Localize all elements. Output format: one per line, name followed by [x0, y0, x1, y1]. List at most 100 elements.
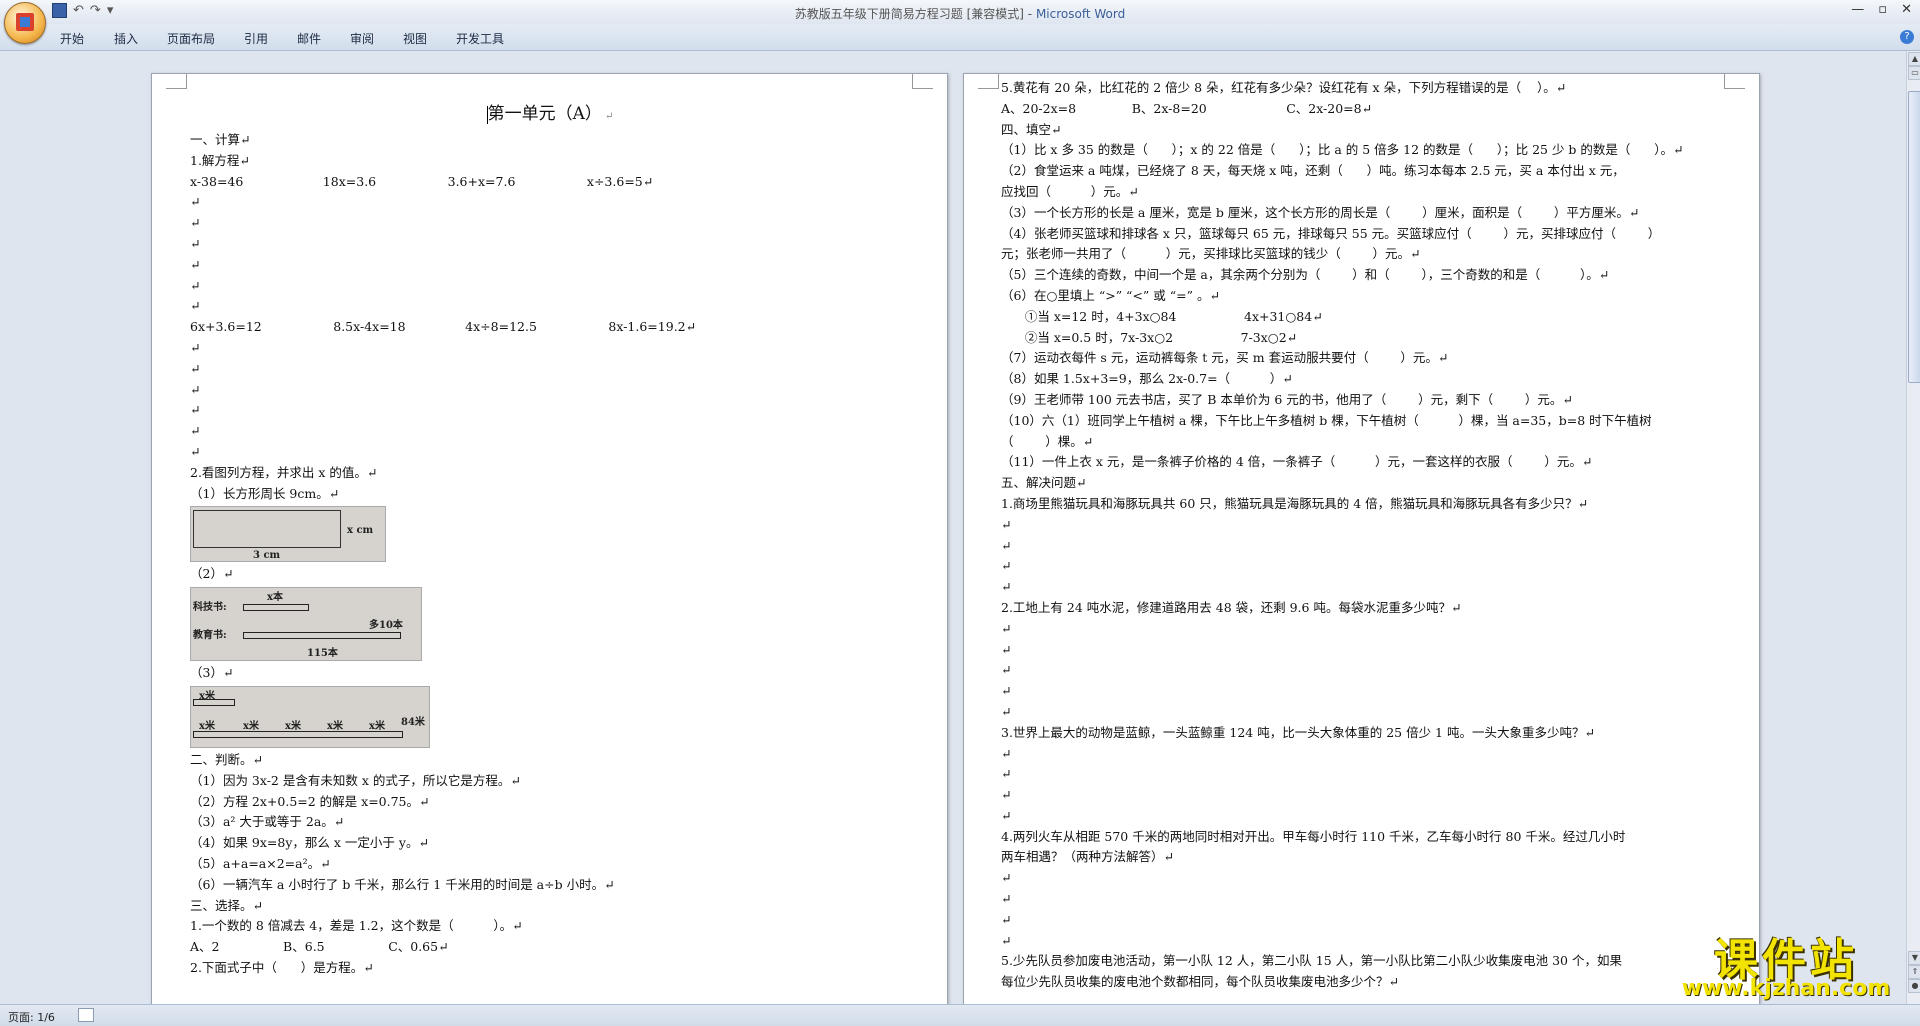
office-button[interactable] — [4, 2, 46, 44]
text-line[interactable]: ↵ — [1001, 619, 1741, 640]
text-line[interactable]: 一、计算↵ — [190, 130, 910, 151]
text-line[interactable]: 四、填空↵ — [1001, 120, 1741, 141]
text-line[interactable]: （3）a² 大于或等于 2a。↵ — [190, 812, 910, 833]
text-line[interactable]: （3）一个长方形的长是 a 厘米，宽是 b 厘米，这个长方形的周长是（ ）厘米，… — [1001, 203, 1741, 224]
text-line[interactable]: ↵ — [1001, 806, 1741, 827]
text-line[interactable]: （4）张老师买篮球和排球各 x 只，篮球每只 65 元，排球每只 55 元。买篮… — [1001, 224, 1741, 245]
text-line[interactable]: （ ）棵。↵ — [1001, 432, 1741, 453]
text-line[interactable]: ↵ — [1001, 556, 1741, 577]
text-line[interactable]: （5）三个连续的奇数，中间一个是 a，其余两个分别为（ ）和（ ），三个奇数的和… — [1001, 265, 1741, 286]
text-line[interactable]: ↵ — [190, 296, 910, 317]
text-line[interactable]: 4.两列火车从相距 570 千米的两地同时相对开出。甲车每小时行 110 千米，… — [1001, 827, 1741, 848]
text-line[interactable]: （4）如果 9x=8y，那么 x 一定小于 y。↵ — [190, 833, 910, 854]
text-line[interactable]: 三、选择。↵ — [190, 896, 910, 917]
tab-insert[interactable]: 插入 — [114, 30, 138, 47]
text-line[interactable]: （6）一辆汽车 a 小时行了 b 千米，那么行 1 千米用的时间是 a÷b 小时… — [190, 875, 910, 896]
text-line[interactable]: ↵ — [1001, 660, 1741, 681]
text-line[interactable]: A、20-2x=8 B、2x-8=20 C、2x-20=8↵ — [1001, 99, 1741, 120]
text-line[interactable]: ↵ — [190, 380, 910, 401]
text-line[interactable]: ↵ — [1001, 931, 1741, 952]
text-line[interactable]: ↵ — [1001, 681, 1741, 702]
text-line[interactable]: ↵ — [190, 421, 910, 442]
text-line[interactable]: ①当 x=12 时，4+3x○84 4x+31○84↵ — [1001, 307, 1741, 328]
text-line[interactable]: 两车相遇？（两种方法解答）↵ — [1001, 847, 1741, 868]
minimize-button[interactable]: — — [1851, 2, 1864, 17]
text-line[interactable]: ↵ — [190, 234, 910, 255]
text-line[interactable]: ↵ — [190, 276, 910, 297]
text-line[interactable]: （1）因为 3x-2 是含有未知数 x 的式子，所以它是方程。↵ — [190, 771, 910, 792]
text-line[interactable]: ↵ — [190, 400, 910, 421]
text-line[interactable]: （9）王老师带 100 元去书店，买了 B 本单价为 6 元的书，他用了（ ）元… — [1001, 390, 1741, 411]
text-line[interactable]: ↵ — [190, 192, 910, 213]
text-line[interactable]: 2.工地上有 24 吨水泥，修建道路用去 48 袋，还剩 9.6 吨。每袋水泥重… — [1001, 598, 1741, 619]
text-line[interactable]: 2.看图列方程，并求出 x 的值。↵ — [190, 463, 910, 484]
text-line[interactable]: （10）六（1）班同学上午植树 a 棵，下午比上午多植树 b 棵，下午植树（ ）… — [1001, 411, 1741, 432]
text-line[interactable]: ↵ — [1001, 536, 1741, 557]
text-line[interactable]: 2.下面式子中（ ）是方程。↵ — [190, 958, 910, 979]
text-line[interactable]: ↵ — [1001, 785, 1741, 806]
text-line[interactable]: ↵ — [190, 338, 910, 359]
text-line[interactable]: ↵ — [190, 213, 910, 234]
text-line[interactable]: ↵ — [1001, 744, 1741, 765]
text-line[interactable]: （2）方程 2x+0.5=2 的解是 x=0.75。↵ — [190, 792, 910, 813]
vertical-scrollbar[interactable]: ▲ ▭ ▼ ⇑ ● — [1906, 51, 1920, 1004]
text-line[interactable]: ↵ — [190, 442, 910, 463]
page-count[interactable]: 页面: 1/6 — [8, 1009, 55, 1025]
text-line[interactable]: （8）如果 1.5x+3=9，那么 2x-0.7=（ ）↵ — [1001, 369, 1741, 390]
text-line[interactable]: （1）长方形周长 9cm。↵ — [190, 484, 910, 505]
text-line[interactable]: 1.商场里熊猫玩具和海豚玩具共 60 只，熊猫玩具是海豚玩具的 4 倍，熊猫玩具… — [1001, 494, 1741, 515]
page-right-content[interactable]: 5.黄花有 20 朵，比红花的 2 倍少 8 朵，红花有多少朵？设红花有 x 朵… — [1001, 78, 1741, 993]
text-line[interactable]: ↵ — [1001, 889, 1741, 910]
scroll-thumb[interactable] — [1908, 91, 1920, 383]
text-line[interactable]: ↵ — [190, 255, 910, 276]
text-line[interactable]: A、2 B、6.5 C、0.65↵ — [190, 937, 910, 958]
browse-object-icon[interactable]: ● — [1908, 979, 1920, 993]
scroll-down-arrow-icon[interactable]: ▼ — [1908, 951, 1920, 965]
text-line[interactable]: ②当 x=0.5 时，7x-3x○2 7-3x○2↵ — [1001, 328, 1741, 349]
tab-mailings[interactable]: 邮件 — [297, 30, 321, 47]
proofing-icon[interactable] — [78, 1008, 94, 1022]
document-area[interactable]: 第一单元（A） ↵ 一、计算↵ 1.解方程↵ x-38=46 18x=3.6 3.6… — [0, 51, 1906, 1004]
text-line[interactable]: x-38=46 18x=3.6 3.6+x=7.6 x÷3.6=5↵ — [190, 172, 910, 193]
text-line[interactable]: 3.世界上最大的动物是蓝鲸，一头蓝鲸重 124 吨，比一头大象体重的 25 倍少… — [1001, 723, 1741, 744]
text-line[interactable]: ↵ — [1001, 764, 1741, 785]
text-line[interactable]: ↵ — [1001, 640, 1741, 661]
text-line[interactable]: （1）比 x 多 35 的数是（ ）；x 的 22 倍是（ ）；比 a 的 5 … — [1001, 140, 1741, 161]
prev-page-icon[interactable]: ⇑ — [1908, 965, 1920, 979]
text-line[interactable]: （2）食堂运来 a 吨煤，已经烧了 8 天，每天烧 x 吨，还剩（ ）吨。练习本… — [1001, 161, 1741, 182]
restore-button[interactable]: ▫ — [1878, 2, 1887, 17]
text-line[interactable]: 每位少先队员收集的废电池个数都相同，每个队员收集废电池多少个？↵ — [1001, 972, 1741, 993]
text-line[interactable]: （6）在○里填上 “>” “<” 或 “=” 。↵ — [1001, 286, 1741, 307]
document-heading[interactable]: 第一单元（A） ↵ — [190, 98, 910, 130]
text-line[interactable]: 五、解决问题↵ — [1001, 473, 1741, 494]
scroll-up-arrow-icon[interactable]: ▲ — [1908, 52, 1920, 66]
text-line[interactable]: 5.少先队员参加废电池活动，第一小队 12 人，第二小队 15 人，第一小队比第… — [1001, 951, 1741, 972]
text-line[interactable]: ↵ — [1001, 868, 1741, 889]
ruler-toggle-icon[interactable]: ▭ — [1908, 66, 1920, 80]
tab-page-layout[interactable]: 页面布局 — [167, 30, 215, 47]
page-left-content[interactable]: 第一单元（A） ↵ 一、计算↵ 1.解方程↵ x-38=46 18x=3.6 3.6… — [190, 98, 910, 979]
tab-view[interactable]: 视图 — [403, 30, 427, 47]
tab-home[interactable]: 开始 — [60, 30, 84, 47]
close-button[interactable]: ✕ — [1901, 2, 1912, 17]
text-line[interactable]: ↵ — [190, 359, 910, 380]
text-line[interactable]: 应找回（ ）元。↵ — [1001, 182, 1741, 203]
text-line[interactable]: （7）运动衣每件 s 元，运动裤每条 t 元，买 m 套运动服共要付（ ）元。↵ — [1001, 348, 1741, 369]
text-line[interactable]: 元；张老师一共用了（ ）元，买排球比买篮球的钱少（ ）元。↵ — [1001, 244, 1741, 265]
text-line[interactable]: ↵ — [1001, 577, 1741, 598]
text-line[interactable]: 1.一个数的 8 倍减去 4，差是 1.2，这个数是（ ）。↵ — [190, 916, 910, 937]
tab-developer[interactable]: 开发工具 — [456, 30, 504, 47]
text-line[interactable]: 二、判断。↵ — [190, 750, 910, 771]
text-line[interactable]: 5.黄花有 20 朵，比红花的 2 倍少 8 朵，红花有多少朵？设红花有 x 朵… — [1001, 78, 1741, 99]
page-left[interactable]: 第一单元（A） ↵ 一、计算↵ 1.解方程↵ x-38=46 18x=3.6 3.6… — [151, 73, 948, 1004]
help-icon[interactable]: ? — [1900, 30, 1914, 44]
text-line[interactable]: （11）一件上衣 x 元，是一条裤子价格的 4 倍，一条裤子（ ）元，一套这样的… — [1001, 452, 1741, 473]
text-line[interactable]: ↵ — [1001, 910, 1741, 931]
text-line[interactable]: 6x+3.6=12 8.5x-4x=18 4x÷8=12.5 8x-1.6=19… — [190, 317, 910, 338]
tab-references[interactable]: 引用 — [244, 30, 268, 47]
text-line[interactable]: （5）a+a=a×2=a²。↵ — [190, 854, 910, 875]
text-line[interactable]: 1.解方程↵ — [190, 151, 910, 172]
tab-review[interactable]: 审阅 — [350, 30, 374, 47]
page-right[interactable]: 5.黄花有 20 朵，比红花的 2 倍少 8 朵，红花有多少朵？设红花有 x 朵… — [963, 73, 1760, 1004]
text-line[interactable]: ↵ — [1001, 515, 1741, 536]
